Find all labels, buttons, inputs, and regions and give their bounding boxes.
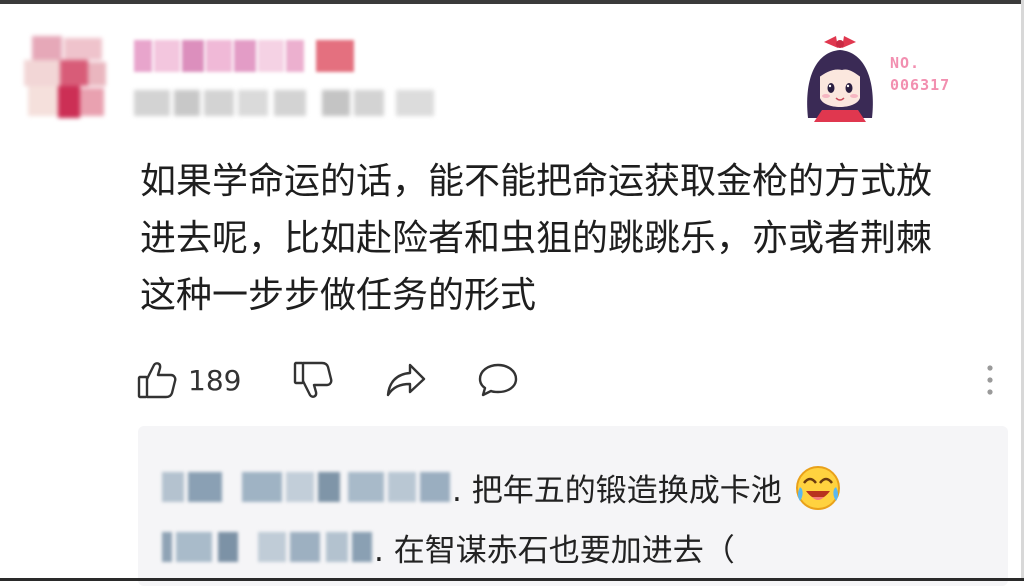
reply-list: . 把年五的锻造换成卡池 . 在智谋赤石也要加进去（ bbox=[138, 426, 1008, 586]
reply-username[interactable] bbox=[162, 472, 452, 502]
badge-number: NO. 006317 bbox=[890, 54, 951, 94]
like-count: 189 bbox=[188, 363, 242, 397]
more-button[interactable] bbox=[984, 362, 996, 402]
comment-body: 如果学命运的话，能不能把命运获取金枪的方式放 进去呢，比如赴险者和虫狙的跳跳乐，… bbox=[140, 153, 1000, 324]
reply-item[interactable]: . 把年五的锻造换成卡池 bbox=[162, 462, 844, 512]
username[interactable] bbox=[134, 40, 354, 72]
dislike-button[interactable] bbox=[292, 356, 334, 404]
avatar[interactable] bbox=[22, 32, 108, 122]
thumbs-down-icon bbox=[293, 361, 333, 398]
like-button[interactable]: 189 bbox=[136, 356, 241, 404]
more-vertical-icon bbox=[987, 365, 993, 395]
comment-line: 这种一步步做任务的形式 bbox=[140, 275, 537, 316]
anime-girl-avatar-icon bbox=[807, 36, 873, 122]
post-meta bbox=[134, 90, 434, 116]
reply-button[interactable] bbox=[476, 356, 520, 404]
thumbs-up-icon bbox=[137, 362, 177, 399]
comment-line: 如果学命运的话，能不能把命运获取金枪的方式放 bbox=[140, 161, 933, 202]
chat-bubble-icon bbox=[478, 363, 518, 397]
comment-line: 进去呢，比如赴险者和虫狙的跳跳乐，亦或者荆棘 bbox=[140, 218, 933, 259]
reply-text: . 在智谋赤石也要加进去（ bbox=[374, 532, 735, 569]
action-bar: 189 bbox=[136, 356, 1006, 404]
user-badge: NO. 006317 bbox=[800, 32, 980, 122]
reply-text: . 把年五的锻造换成卡池 bbox=[452, 472, 782, 509]
reply-item[interactable]: . 在智谋赤石也要加进去（ bbox=[162, 522, 735, 572]
top-border bbox=[0, 0, 1024, 4]
share-icon bbox=[386, 363, 426, 397]
share-button[interactable] bbox=[384, 356, 428, 404]
reply-username[interactable] bbox=[162, 532, 374, 562]
laughing-crying-face-icon bbox=[795, 466, 840, 510]
